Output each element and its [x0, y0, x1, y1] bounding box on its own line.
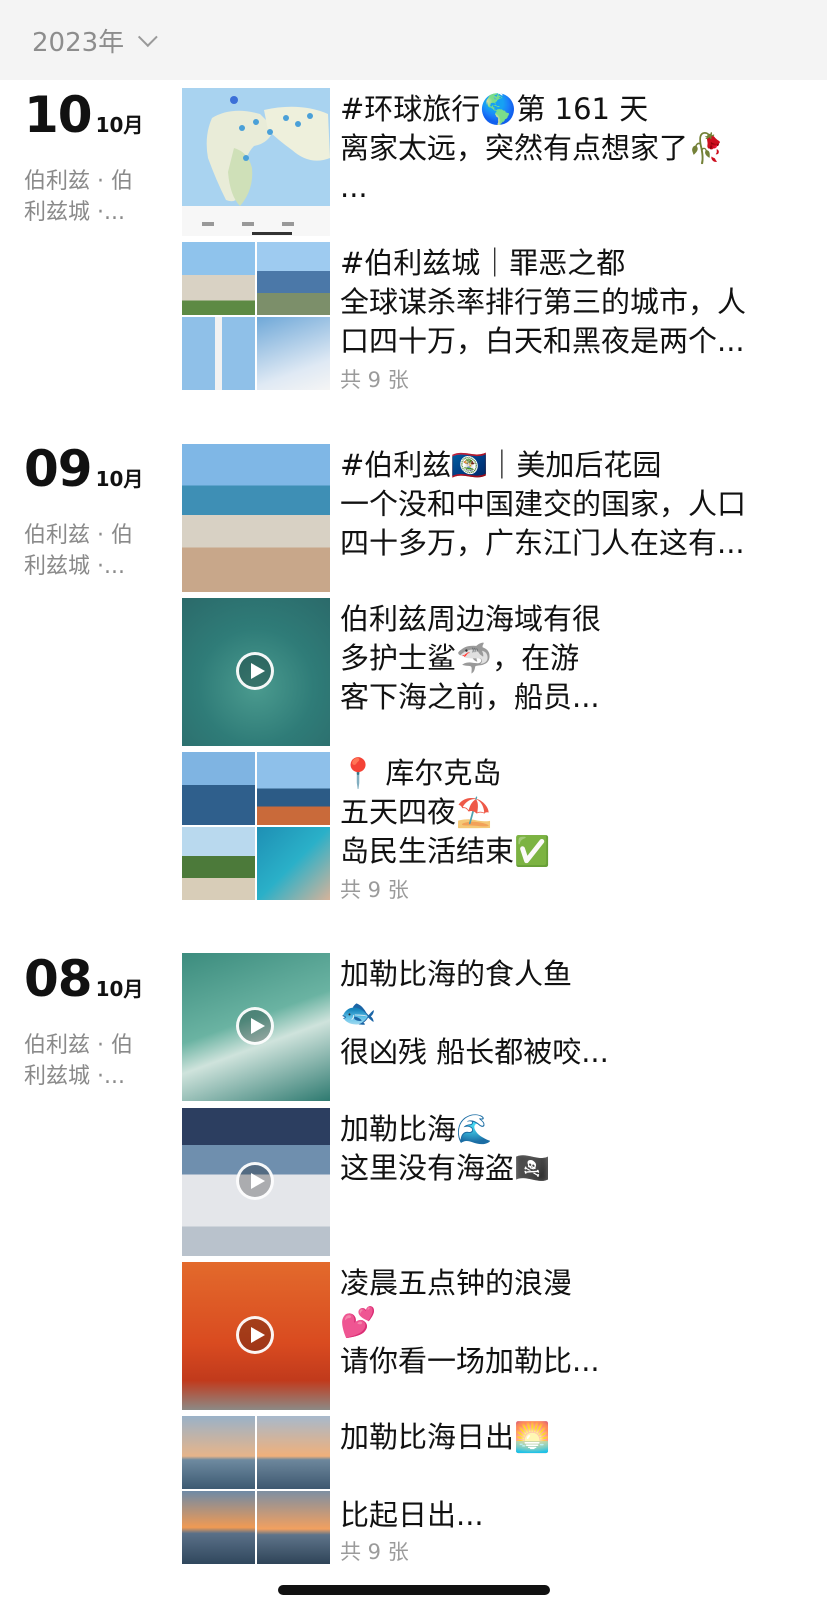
caption-line: 🐟	[340, 996, 377, 1030]
caption-line: 客下海之前，船员...	[340, 680, 600, 714]
year-filter-button[interactable]: 2023年	[32, 22, 158, 58]
post-belize-city[interactable]: #伯利兹城｜罪恶之都 全球谋杀率排行第三的城市，人 口四十万，白天和黑夜是两个.…	[182, 242, 802, 392]
caption-line: #伯利兹城｜罪恶之都	[340, 246, 626, 280]
photo-count: 共 9 张	[340, 368, 409, 392]
caption-line: 全球谋杀率排行第三的城市，人	[340, 285, 747, 319]
photo-cell	[257, 1491, 330, 1564]
day-number: 10	[24, 86, 93, 144]
photo-cell	[182, 1491, 255, 1564]
caption-line: 一个没和中国建交的国家，人口	[340, 487, 747, 521]
photo-thumbnail	[182, 444, 330, 592]
caption-line: ...	[340, 170, 368, 204]
home-indicator[interactable]	[278, 1585, 550, 1595]
post-world-trip-day-161[interactable]: #环球旅行🌎第 161 天 离家太远，突然有点想家了🥀 ...	[182, 88, 802, 236]
month-label: 10月	[95, 467, 144, 491]
caption-line: #环球旅行🌎第 161 天	[340, 92, 649, 126]
caption-line: 请你看一场加勒比...	[340, 1344, 600, 1378]
caption-line: 比起日出...	[340, 1498, 484, 1532]
chevron-down-icon	[138, 27, 158, 48]
play-icon[interactable]	[236, 1007, 274, 1045]
caption-line	[340, 1457, 796, 1496]
caption-line: 加勒比海🌊	[340, 1112, 493, 1146]
caption-line: 四十多万，广东江门人在这有...	[340, 526, 745, 560]
play-icon[interactable]	[236, 652, 274, 690]
post-caye-caulker[interactable]: 📍 库尔克岛 五天四夜⛱️ 岛民生活结束✅ 共 9 张	[182, 752, 802, 902]
top-bar: 2023年	[0, 0, 827, 80]
photo-grid-thumbnail	[182, 752, 330, 900]
play-icon[interactable]	[236, 1316, 274, 1354]
post-caribbean-fish[interactable]: 加勒比海的食人鱼 🐟 很凶残 船长都被咬...	[182, 953, 802, 1101]
photo-cell	[257, 827, 330, 900]
caption-line: 伯利兹周边海域有很	[340, 602, 602, 636]
post-caption: #伯利兹🇧🇿｜美加后花园 一个没和中国建交的国家，人口 四十多万，广东江门人在这…	[340, 446, 796, 563]
photo-count: 共 9 张	[340, 1540, 409, 1564]
post-dawn-romance[interactable]: 凌晨五点钟的浪漫 💕 请你看一场加勒比...	[182, 1262, 802, 1410]
year-label: 2023年	[32, 27, 125, 58]
caption-line: 很凶残 船长都被咬...	[340, 1035, 609, 1069]
post-caption: #环球旅行🌎第 161 天 离家太远，突然有点想家了🥀 ...	[340, 90, 796, 207]
post-caption: 凌晨五点钟的浪漫 💕 请你看一场加勒比...	[340, 1264, 796, 1381]
month-label: 10月	[95, 977, 144, 1001]
location-label[interactable]: 伯利兹 · 伯利兹城 ·...	[24, 520, 154, 582]
caption-line: 离家太远，突然有点想家了🥀	[340, 131, 725, 165]
caption-line: 五天四夜⛱️	[340, 795, 493, 829]
month-label: 10月	[95, 113, 144, 137]
post-caption: #伯利兹城｜罪恶之都 全球谋杀率排行第三的城市，人 口四十万，白天和黑夜是两个.…	[340, 244, 796, 361]
photo-cell	[257, 242, 330, 315]
caption-line: #伯利兹🇧🇿｜美加后花园	[340, 448, 662, 482]
photo-cell	[257, 752, 330, 825]
day-number: 08	[24, 950, 93, 1008]
location-label[interactable]: 伯利兹 · 伯利兹城 ·...	[24, 1030, 154, 1092]
date-group-08: 08 10月 伯利兹 · 伯利兹城 ·...	[24, 954, 164, 1092]
post-caption: 加勒比海日出🌅 比起日出...	[340, 1418, 796, 1535]
day-number: 09	[24, 440, 93, 498]
date-group-09: 09 10月 伯利兹 · 伯利兹城 ·...	[24, 444, 164, 582]
caption-line: 岛民生活结束✅	[340, 834, 551, 868]
caption-line: 📍 库尔克岛	[340, 756, 502, 790]
post-caption: 加勒比海🌊 这里没有海盗🏴‍☠️	[340, 1110, 796, 1188]
caption-line: 多护士鲨🦈，在游	[340, 641, 580, 675]
photo-cell	[182, 827, 255, 900]
caption-line: 加勒比海日出🌅	[340, 1420, 551, 1454]
caption-line: 凌晨五点钟的浪漫	[340, 1266, 573, 1300]
post-caption: 伯利兹周边海域有很 多护士鲨🦈，在游 客下海之前，船员...	[340, 600, 796, 717]
photo-count: 共 9 张	[340, 878, 409, 902]
map-thumbnail	[182, 88, 330, 236]
post-caribbean-sunrise[interactable]: 加勒比海日出🌅 比起日出... 共 9 张	[182, 1416, 802, 1564]
location-label[interactable]: 伯利兹 · 伯利兹城 ·...	[24, 166, 154, 228]
photo-cell	[182, 317, 255, 390]
video-thumbnail	[182, 1108, 330, 1256]
caption-line: 💕	[340, 1305, 377, 1339]
photo-cell	[257, 1416, 330, 1489]
photo-cell	[182, 1416, 255, 1489]
post-nurse-sharks[interactable]: 伯利兹周边海域有很 多护士鲨🦈，在游 客下海之前，船员...	[182, 598, 802, 746]
post-caption: 📍 库尔克岛 五天四夜⛱️ 岛民生活结束✅	[340, 754, 796, 871]
video-thumbnail	[182, 953, 330, 1101]
world-map-image	[182, 88, 330, 236]
photo-cell	[257, 317, 330, 390]
caption-line: 口四十万，白天和黑夜是两个...	[340, 324, 745, 358]
photo-cell	[182, 242, 255, 315]
video-thumbnail	[182, 1262, 330, 1410]
photo-grid-thumbnail	[182, 242, 330, 390]
post-belize-backyard[interactable]: #伯利兹🇧🇿｜美加后花园 一个没和中国建交的国家，人口 四十多万，广东江门人在这…	[182, 444, 802, 592]
post-caption: 加勒比海的食人鱼 🐟 很凶残 船长都被咬...	[340, 955, 796, 1072]
photo-grid-thumbnail	[182, 1416, 330, 1564]
date-group-10: 10 10月 伯利兹 · 伯利兹城 ·...	[24, 90, 164, 228]
play-icon[interactable]	[236, 1162, 274, 1200]
video-thumbnail	[182, 598, 330, 746]
post-caribbean-no-pirates[interactable]: 加勒比海🌊 这里没有海盗🏴‍☠️	[182, 1108, 802, 1256]
photo-cell	[182, 752, 255, 825]
caption-line: 加勒比海的食人鱼	[340, 957, 573, 991]
caption-line: 这里没有海盗🏴‍☠️	[340, 1151, 551, 1185]
